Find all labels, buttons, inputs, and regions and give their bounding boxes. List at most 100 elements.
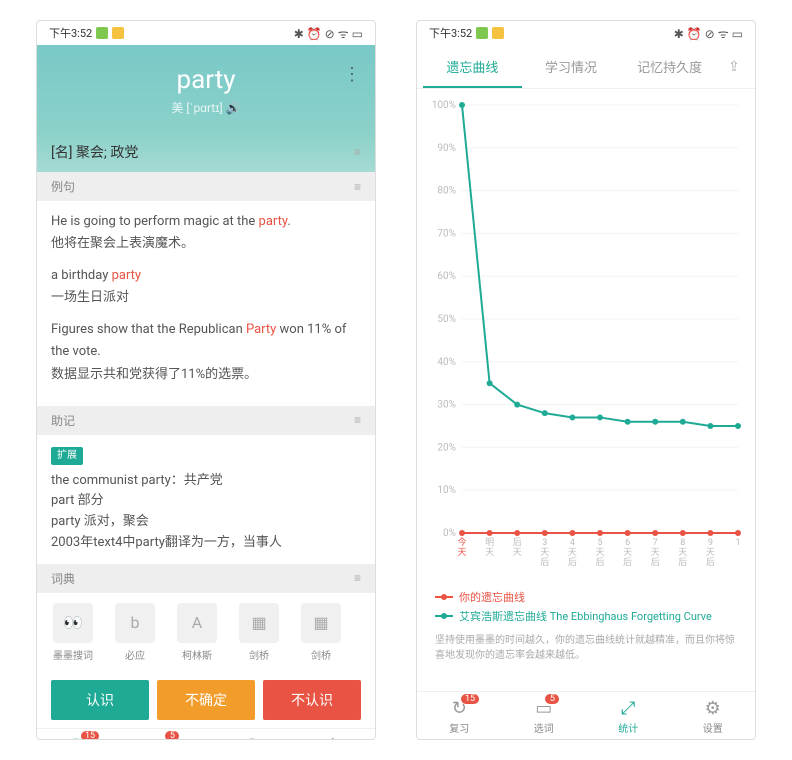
know-button[interactable]: 认识 — [51, 680, 149, 720]
svg-text:天: 天 — [595, 548, 604, 558]
svg-text:100%: 100% — [432, 100, 456, 111]
svg-text:50%: 50% — [437, 314, 456, 325]
legend-swatch-icon — [435, 596, 453, 598]
dictionary-item[interactable]: ▦ 剑桥 — [231, 603, 287, 662]
example-en: He is going to perform magic at the part… — [51, 211, 361, 233]
nav-统计[interactable]: ⤢统计 — [206, 729, 291, 740]
sort-icon[interactable]: ≡ — [354, 571, 361, 585]
nav-设置[interactable]: ⚙设置 — [671, 692, 756, 739]
dictionary-item[interactable]: 👀 墨墨搜词 — [45, 603, 101, 662]
definition-text: [名] 聚会; 政党 — [51, 142, 138, 162]
nav-复习[interactable]: 15↻复习 — [417, 692, 502, 739]
sort-icon[interactable]: ≡ — [354, 145, 361, 159]
dict-icon: ▦ — [301, 603, 341, 643]
nav-设置[interactable]: ⚙设置 — [291, 729, 376, 740]
svg-text:8: 8 — [680, 538, 685, 548]
definition-row: [名] 聚会; 政党 ≡ — [37, 132, 375, 172]
nav-icon: ⤢ — [206, 735, 291, 740]
svg-text:后: 后 — [540, 557, 549, 568]
svg-text:90%: 90% — [437, 143, 456, 154]
dict-label: 剑桥 — [231, 647, 287, 662]
nav-icon: ⚙ — [291, 735, 376, 740]
legend-your-label: 你的遗忘曲线 — [459, 589, 525, 605]
dict-label: 必应 — [107, 647, 163, 662]
svg-text:后: 后 — [623, 557, 632, 568]
dictionary-item[interactable]: b必应 — [107, 603, 163, 662]
more-icon[interactable]: ⋮ — [343, 73, 361, 77]
nav-label: 统计 — [586, 720, 671, 735]
pronunciation[interactable]: 美 [ˈpɑrtɪ] 🔊 — [47, 99, 365, 116]
svg-text:60%: 60% — [437, 271, 456, 282]
svg-text:后: 后 — [568, 557, 577, 568]
answer-buttons: 认识 不确定 不认识 — [37, 672, 375, 728]
section-dicts-label: 词典 — [51, 570, 75, 587]
section-examples-label: 例句 — [51, 178, 75, 195]
svg-text:5: 5 — [597, 538, 602, 548]
section-mnemonic-head: 助记 ≡ — [37, 406, 375, 435]
nav-label: 复习 — [417, 720, 502, 735]
headword: party — [47, 65, 365, 95]
svg-text:天: 天 — [540, 548, 549, 558]
sort-icon[interactable]: ≡ — [354, 413, 361, 427]
example-en: a birthday party — [51, 265, 361, 287]
svg-text:0%: 0% — [443, 528, 456, 539]
nav-badge: 5 — [545, 694, 559, 704]
notknow-button[interactable]: 不认识 — [263, 680, 361, 720]
legend-ebb-label: 艾宾浩斯遗忘曲线 The Ebbinghaus Forgetting Curve — [459, 608, 712, 624]
section-examples-head: 例句 ≡ — [37, 172, 375, 201]
svg-text:20%: 20% — [437, 442, 456, 453]
status-dot-yellow — [492, 27, 504, 39]
dict-label: 剑桥 — [293, 647, 349, 662]
mnemonic-line: the communist party：共产党 — [51, 471, 361, 492]
svg-text:后: 后 — [513, 537, 522, 548]
svg-text:明: 明 — [485, 537, 494, 548]
svg-text:70%: 70% — [437, 228, 456, 239]
dict-label: 墨墨搜词 — [45, 647, 101, 662]
bottom-nav: 15↻复习5▭选词⤢统计⚙设置 — [37, 728, 375, 740]
status-icons: ✱ ⏰ ⊘ ᯤ ▭ — [294, 25, 363, 42]
nav-统计[interactable]: ⤢统计 — [586, 692, 671, 739]
nav-选词[interactable]: 5▭选词 — [502, 692, 587, 739]
nav-icon: ▭ — [502, 698, 587, 719]
word-header: party 美 [ˈpɑrtɪ] 🔊 ⋮ — [37, 45, 375, 132]
chart-legend: 你的遗忘曲线 艾宾浩斯遗忘曲线 The Ebbinghaus Forgettin… — [417, 589, 755, 633]
dictionary-item[interactable]: A柯林斯 — [169, 603, 225, 662]
svg-text:今: 今 — [457, 536, 466, 548]
dict-icon: A — [177, 603, 217, 643]
sort-icon[interactable]: ≡ — [354, 180, 361, 194]
nav-icon: ⤢ — [586, 698, 671, 719]
chart-footnote: 坚持使用墨墨的时间越久，你的遗忘曲线统计就越精准，而且你将惊喜地发现你的遗忘率会… — [417, 633, 755, 671]
nav-badge: 15 — [461, 694, 479, 704]
nav-icon: ↻ — [417, 698, 502, 719]
svg-text:10%: 10% — [437, 485, 456, 496]
tab-forgetting-curve[interactable]: 遗忘曲线 — [423, 45, 522, 88]
section-dicts-head: 词典 ≡ — [37, 564, 375, 593]
svg-text:80%: 80% — [437, 186, 456, 197]
nav-选词[interactable]: 5▭选词 — [122, 729, 207, 740]
svg-text:后: 后 — [706, 557, 715, 568]
example-zh: 他将在聚会上表演魔术。 — [51, 233, 361, 255]
dictionary-row: 👀 墨墨搜词 b必应A柯林斯 ▦ 剑桥 ▦ 剑桥 — [37, 593, 375, 672]
nav-复习[interactable]: 15↻复习 — [37, 729, 122, 740]
examples-block: He is going to perform magic at the part… — [37, 201, 375, 406]
svg-text:40%: 40% — [437, 357, 456, 368]
dict-icon: 👀 — [53, 603, 93, 643]
nav-badge: 15 — [81, 731, 99, 740]
tab-retention[interactable]: 记忆持久度 — [620, 45, 719, 88]
svg-text:天: 天 — [678, 548, 687, 558]
tag-extension: 扩展 — [51, 447, 83, 465]
status-bar: 下午3:52 ✱ ⏰ ⊘ ᯤ ▭ — [37, 21, 375, 45]
nav-icon: ↻ — [37, 735, 122, 740]
forgetting-chart: 0%10%20%30%40%50%60%70%80%90%100%今天明天后天3… — [421, 99, 747, 569]
unsure-button[interactable]: 不确定 — [157, 680, 255, 720]
share-icon[interactable]: ⇪ — [719, 59, 749, 75]
dict-icon: ▦ — [239, 603, 279, 643]
dictionary-item[interactable]: ▦ 剑桥 — [293, 603, 349, 662]
example-zh: 一场生日派对 — [51, 287, 361, 309]
svg-text:后: 后 — [595, 557, 604, 568]
tab-study-status[interactable]: 学习情况 — [522, 45, 621, 88]
mnemonic-line: part 部分 — [51, 491, 361, 512]
mnemonic-line: party 派对，聚会 — [51, 512, 361, 533]
svg-text:3: 3 — [542, 538, 547, 548]
svg-text:后: 后 — [651, 557, 660, 568]
